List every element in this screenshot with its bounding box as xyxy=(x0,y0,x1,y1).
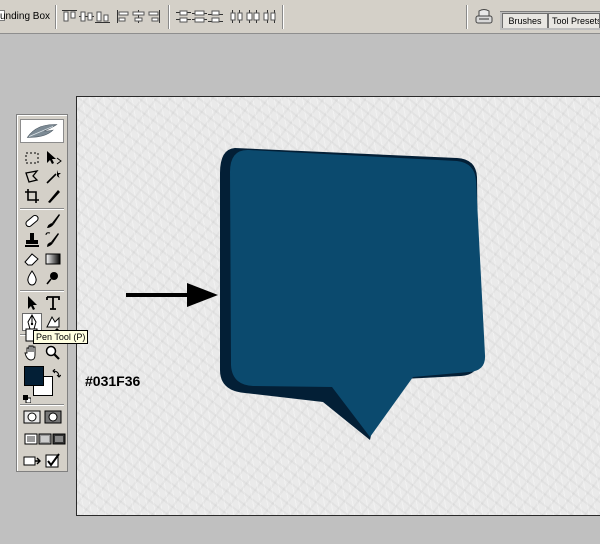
tool-presets-tab[interactable]: Tool Presets xyxy=(548,13,600,28)
path-selection-tool-icon[interactable] xyxy=(22,294,42,312)
zoom-tool-icon[interactable] xyxy=(43,344,63,362)
document-canvas[interactable] xyxy=(76,96,600,516)
quick-mask-mode-icon[interactable] xyxy=(43,408,63,426)
distribute-horizontal-centers-icon[interactable] xyxy=(246,10,261,23)
color-hex-label: #031F36 xyxy=(85,373,141,389)
align-vertical-centers-icon[interactable] xyxy=(79,10,94,23)
options-separator xyxy=(168,5,170,29)
standard-mode-icon[interactable] xyxy=(22,408,42,426)
options-separator xyxy=(282,5,284,29)
distribute-left-edges-icon[interactable] xyxy=(230,10,245,23)
hand-tool-icon[interactable] xyxy=(22,344,42,362)
gradient-tool-icon[interactable] xyxy=(43,250,63,268)
show-bounding-box-label: unding Box xyxy=(0,11,51,22)
align-right-edges-icon[interactable] xyxy=(146,10,161,23)
toggle-palettes-icon[interactable] xyxy=(474,8,494,26)
align-top-edges-icon[interactable] xyxy=(62,10,77,23)
full-screen-menu-mode-icon[interactable] xyxy=(35,430,52,448)
canvas-artwork xyxy=(126,148,486,440)
full-screen-mode-icon[interactable] xyxy=(49,430,66,448)
palette-well: Brushes Tool Presets xyxy=(500,11,600,30)
feather-logo-icon[interactable] xyxy=(20,119,64,143)
magic-wand-tool-icon[interactable] xyxy=(43,168,63,186)
toolbox-divider xyxy=(20,290,64,292)
toolbox xyxy=(16,114,68,472)
options-separator xyxy=(466,5,468,29)
brushes-tab[interactable]: Brushes xyxy=(502,13,548,28)
align-horizontal-centers-icon[interactable] xyxy=(131,10,146,23)
pen-tool-tooltip: Pen Tool (P) xyxy=(33,330,89,344)
align-left-edges-icon[interactable] xyxy=(116,10,131,23)
type-tool-icon[interactable] xyxy=(43,294,63,312)
jump-to-imageready-icon[interactable] xyxy=(22,452,42,470)
toolbox-divider xyxy=(20,404,64,406)
clone-stamp-tool-icon[interactable] xyxy=(22,231,42,249)
distribute-top-edges-icon[interactable] xyxy=(176,10,191,23)
brush-tool-icon[interactable] xyxy=(43,212,63,230)
healing-brush-tool-icon[interactable] xyxy=(22,212,42,230)
toolbox-divider xyxy=(20,208,64,210)
options-separator xyxy=(55,5,57,29)
rectangular-marquee-tool-icon[interactable] xyxy=(22,149,42,167)
arrow-icon xyxy=(126,283,218,307)
options-bar: unding Box Brushes Tool Presets xyxy=(0,0,600,34)
slice-tool-icon[interactable] xyxy=(43,187,63,205)
standard-screen-mode-icon[interactable] xyxy=(21,430,38,448)
default-colors-icon[interactable] xyxy=(23,390,32,404)
distribute-vertical-centers-icon[interactable] xyxy=(192,10,207,23)
align-bottom-edges-icon[interactable] xyxy=(95,10,110,23)
blur-tool-icon[interactable] xyxy=(22,269,42,287)
swap-colors-icon[interactable] xyxy=(51,366,62,378)
distribute-bottom-edges-icon[interactable] xyxy=(208,10,223,23)
eraser-tool-icon[interactable] xyxy=(22,250,42,268)
foreground-color-swatch[interactable] xyxy=(24,366,44,386)
checkmark-icon[interactable] xyxy=(43,452,63,470)
dodge-tool-icon[interactable] xyxy=(43,269,63,287)
lasso-tool-icon[interactable] xyxy=(22,168,42,186)
distribute-right-edges-icon[interactable] xyxy=(262,10,277,23)
crop-tool-icon[interactable] xyxy=(22,187,42,205)
move-tool-icon[interactable] xyxy=(43,149,63,167)
history-brush-tool-icon[interactable] xyxy=(43,231,63,249)
